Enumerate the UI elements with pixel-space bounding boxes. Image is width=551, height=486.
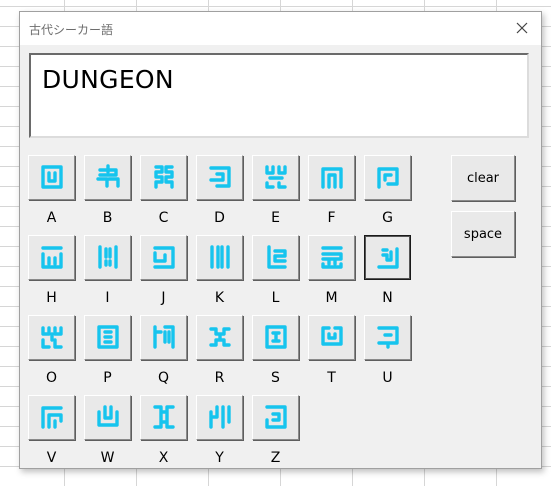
sheikah-p-icon [97,325,119,349]
sheikah-t-icon [321,326,343,346]
key-f[interactable] [308,155,355,200]
key-v[interactable] [28,395,75,440]
key-label-j: J [161,290,166,306]
sheikah-j-icon [153,246,175,269]
sheikah-w-icon [97,405,119,427]
key-label-q: Q [157,370,170,386]
key-g[interactable] [364,155,411,200]
title-bar: 古代シーカー語 [20,12,541,45]
key-label-e: E [271,210,280,226]
sheikah-d-icon [209,166,231,188]
close-icon [516,22,528,34]
key-label-x: X [158,450,169,466]
close-button[interactable] [509,16,535,40]
key-label-t: T [327,370,336,386]
display-text: DUNGEON [42,65,174,94]
key-label-c: C [158,210,169,226]
key-e[interactable] [252,155,299,200]
sheikah-k-icon [210,245,230,269]
text-display[interactable]: DUNGEON [29,53,529,138]
sheikah-a-icon [41,165,63,189]
key-x[interactable] [140,395,187,440]
sheikah-g-icon [377,167,399,189]
key-label-n: N [382,290,393,306]
key-label-l: L [271,290,280,306]
key-z[interactable] [252,395,299,440]
key-label-k: K [214,290,225,306]
key-s[interactable] [252,315,299,360]
sheikah-keyboard-dialog: 古代シーカー語 DUNGEON A B C D E F G H I J K L M N O P Q R S T U V W X… [19,11,542,469]
key-a[interactable] [28,155,75,200]
key-b[interactable] [84,155,131,200]
key-label-a: A [46,210,57,226]
key-p[interactable] [84,315,131,360]
key-n[interactable] [364,235,411,280]
key-label-o: O [45,370,58,386]
key-i[interactable] [84,235,131,280]
key-label-y: Y [215,450,224,466]
space-button[interactable]: space [451,211,515,257]
sheikah-l-icon [267,245,287,269]
sheikah-b-icon [96,164,120,188]
window-title: 古代シーカー語 [29,23,114,37]
key-label-g: G [382,210,393,226]
key-h[interactable] [28,235,75,280]
key-q[interactable] [140,315,187,360]
key-k[interactable] [196,235,243,280]
key-label-v: V [46,450,57,466]
sheikah-f-icon [321,167,343,189]
key-label-r: R [214,370,225,386]
sheikah-m-icon [321,246,343,269]
key-label-p: P [103,370,112,386]
key-u[interactable] [364,315,411,360]
sheikah-y-icon [209,405,231,429]
sheikah-e-icon [265,165,287,189]
key-y[interactable] [196,395,243,440]
key-r[interactable] [196,315,243,360]
sheikah-i-icon [98,245,118,269]
sheikah-z-icon [265,405,287,429]
key-label-s: S [271,370,280,386]
key-label-b: B [102,210,113,226]
sheikah-o-icon [41,326,63,349]
sheikah-c-icon [154,165,174,189]
sheikah-v-icon [41,406,63,429]
clear-button[interactable]: clear [451,155,515,201]
sheikah-s-icon [265,325,287,349]
key-label-d: D [214,210,225,226]
key-label-u: U [382,370,393,386]
sheikah-n-icon [377,247,399,269]
key-d[interactable] [196,155,243,200]
key-label-h: H [46,290,57,306]
key-w[interactable] [84,395,131,440]
key-label-f: F [327,210,336,226]
key-label-z: Z [270,450,281,466]
key-o[interactable] [28,315,75,360]
key-label-w: W [100,450,115,466]
key-m[interactable] [308,235,355,280]
sheikah-h-icon [41,246,63,269]
sheikah-u-icon [377,326,399,349]
sheikah-q-icon [153,325,175,349]
key-label-i: I [105,290,110,306]
key-c[interactable] [140,155,187,200]
key-t[interactable] [308,315,355,360]
key-j[interactable] [140,235,187,280]
sheikah-x-icon [153,405,175,429]
key-label-m: M [325,290,338,306]
key-l[interactable] [252,235,299,280]
sheikah-r-icon [209,327,231,347]
